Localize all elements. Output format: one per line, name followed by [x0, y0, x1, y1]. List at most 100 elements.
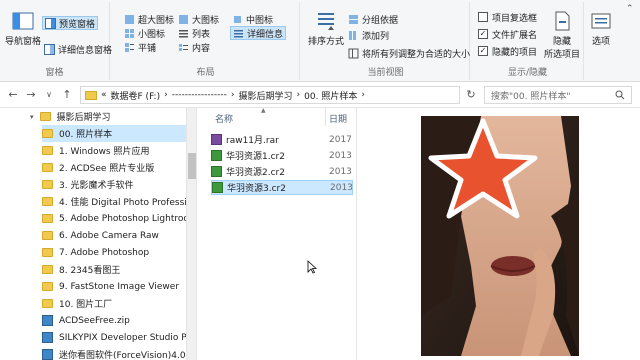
path-sep-4[interactable]: ›: [361, 90, 365, 100]
group-by-button[interactable]: 分组依据: [348, 12, 398, 26]
options-button[interactable]: 选项: [586, 10, 616, 47]
file-name: raw11月.rar: [226, 136, 279, 146]
nav-pane-label: 导航窗格: [4, 37, 41, 47]
file-row-raw-rar[interactable]: raw11月.rar 2017: [211, 132, 353, 147]
medium-icons-icon: [234, 15, 241, 23]
nav-item-forcevision[interactable]: 迷你看图软件(ForceVision)4.0 中: [42, 346, 186, 360]
nav-item-faststone[interactable]: 9. FastStone Image Viewer: [42, 278, 196, 295]
current-view-group: 排序方式 分组依据 添加列 将所有列调整为合适的大小 当前视图: [302, 2, 470, 80]
layout-details[interactable]: 详细信息: [230, 26, 287, 40]
path-sep-2[interactable]: ›: [231, 90, 235, 100]
search-icon[interactable]: [615, 90, 625, 100]
sort-by-button[interactable]: 排序方式: [306, 10, 346, 47]
up-button[interactable]: ↑: [60, 87, 74, 103]
layout-extra-large-label: 超大图标: [138, 15, 175, 26]
nav-item-label: 8. 2345看图王: [59, 266, 121, 276]
address-bar[interactable]: « 数据卷F (F:) › ----------------- › 摄影后期学习…: [80, 86, 460, 104]
layout-list[interactable]: 列表: [178, 26, 210, 40]
file-name: 华羽资源1.cr2: [226, 152, 285, 162]
nav-item-silkypix[interactable]: SILKYPIX Developer Studio Pro: [42, 329, 186, 346]
ribbon-collapse-icon[interactable]: ⌃: [626, 2, 634, 16]
layout-content[interactable]: 内容: [178, 40, 210, 54]
layout-medium-label: 中图标: [246, 15, 274, 26]
nav-item-camera-raw[interactable]: 6. Adobe Camera Raw: [42, 227, 196, 244]
hide-selected-label-1: 隐藏: [552, 37, 571, 47]
column-name-header[interactable]: 名称: [215, 112, 233, 125]
nav-item-nikon-magic[interactable]: 3. 光影魔术手软件: [42, 176, 196, 193]
address-row: ← → ∨ ↑ « 数据卷F (F:) › ----------------- …: [0, 82, 640, 108]
expand-chevron-icon[interactable]: ▾: [30, 113, 34, 121]
forward-button[interactable]: →: [24, 87, 38, 103]
nav-item-canon-dpp[interactable]: 4. 佳能 Digital Photo Profession: [42, 193, 186, 210]
refresh-button[interactable]: ↻: [464, 87, 478, 103]
file-ext-checkbox[interactable]: ✓: [478, 29, 488, 39]
search-input[interactable]: 搜索"00. 照片样本": [484, 86, 632, 104]
nav-item-lightroom[interactable]: 5. Adobe Photoshop Lightroom: [42, 210, 186, 227]
nav-item-windows-photos[interactable]: 1. Windows 照片应用: [42, 142, 196, 159]
back-button[interactable]: ←: [6, 87, 20, 103]
layout-large[interactable]: 大图标: [178, 12, 219, 26]
file-row-cr2-2[interactable]: 华羽资源2.cr2 2013: [211, 164, 353, 179]
nav-scrollbar[interactable]: [186, 108, 196, 360]
nav-item-photo-samples[interactable]: 00. 照片样本: [42, 125, 186, 142]
hide-selected-icon: [555, 11, 570, 31]
preview-pane-label: 预览窗格: [59, 19, 96, 30]
layout-details-label: 详细信息: [247, 29, 284, 40]
path-sep-1[interactable]: ›: [164, 90, 168, 100]
details-pane-icon: [44, 43, 55, 55]
path-folder-1[interactable]: 摄影后期学习: [239, 89, 293, 102]
item-checkboxes-checkbox[interactable]: [478, 12, 488, 22]
nav-item-label: 摄影后期学习: [56, 113, 111, 123]
nav-item-photoshop[interactable]: 7. Adobe Photoshop: [42, 244, 196, 261]
nav-item-acdsee-zip[interactable]: ACDSeeFree.zip: [42, 312, 196, 329]
layout-small-label: 小图标: [138, 29, 166, 40]
nav-pane-button[interactable]: 导航窗格: [4, 10, 42, 47]
file-row-cr2-3[interactable]: 华羽资源3.cr2 2013: [211, 180, 353, 195]
layout-content-label: 内容: [192, 43, 211, 54]
hidden-items-checkbox[interactable]: ✓: [478, 46, 488, 56]
size-columns-button[interactable]: 将所有列调整为合适的大小: [348, 46, 470, 60]
preview-pane-button[interactable]: 预览窗格: [42, 16, 99, 30]
nav-item-label: 00. 照片样本: [59, 130, 113, 140]
path-folder-2[interactable]: 00. 照片样本: [304, 89, 357, 102]
rar-file-icon: [211, 134, 222, 145]
details-pane-button[interactable]: 详细信息窗格: [44, 42, 112, 56]
nav-item-2345-viewer[interactable]: 8. 2345看图王: [42, 261, 196, 278]
layout-medium[interactable]: 中图标: [232, 12, 273, 26]
nav-item-label: 10. 图片工厂: [59, 300, 113, 310]
column-divider[interactable]: [325, 108, 326, 126]
layout-group: 超大图标 大图标 中图标 小图标 列表 详细信息 平铺 内容 布局: [112, 2, 300, 80]
image-file-icon: [212, 182, 223, 193]
group-by-label: 分组依据: [362, 15, 399, 26]
path-sep-3[interactable]: ›: [297, 90, 301, 100]
layout-tiles[interactable]: 平铺: [124, 40, 156, 54]
list-icon: [179, 29, 188, 37]
layout-extra-large[interactable]: 超大图标: [124, 12, 174, 26]
nav-scrollbar-thumb[interactable]: [188, 153, 196, 179]
item-checkboxes-toggle[interactable]: 项目复选框: [478, 10, 537, 24]
hide-selected-button[interactable]: 隐藏 所选项目: [542, 10, 582, 60]
file-row-cr2-1[interactable]: 华羽资源1.cr2 2013: [211, 148, 353, 163]
recent-dropdown-button[interactable]: ∨: [42, 87, 56, 103]
options-icon: [591, 13, 611, 29]
add-columns-label: 添加列: [362, 31, 390, 42]
nav-item-photo-study[interactable]: ▾ 摄影后期学习: [30, 108, 196, 125]
add-columns-button[interactable]: 添加列: [348, 28, 389, 42]
image-file-icon: [211, 150, 222, 161]
nav-item-label: 9. FastStone Image Viewer: [59, 281, 180, 292]
nav-item-picture-factory[interactable]: 10. 图片工厂: [42, 295, 196, 312]
hidden-items-toggle[interactable]: ✓ 隐藏的项目: [478, 44, 537, 58]
nav-item-acdsee-pro[interactable]: 2. ACDSee 照片专业版: [42, 159, 196, 176]
path-drive[interactable]: 数据卷F (F:): [111, 89, 161, 102]
path-overflow[interactable]: «: [101, 90, 107, 100]
folder-icon: [42, 299, 53, 308]
zip-file-icon: [42, 315, 53, 326]
file-ext-toggle[interactable]: ✓ 文件扩展名: [478, 27, 537, 41]
nav-item-label: ACDSeeFree.zip: [59, 315, 130, 326]
sort-icon: [318, 13, 334, 30]
path-redacted[interactable]: -----------------: [172, 90, 227, 100]
group-by-icon: [349, 14, 358, 24]
folder-icon: [42, 146, 53, 155]
layout-small[interactable]: 小图标: [124, 26, 165, 40]
column-date-header[interactable]: 日期: [329, 112, 347, 125]
